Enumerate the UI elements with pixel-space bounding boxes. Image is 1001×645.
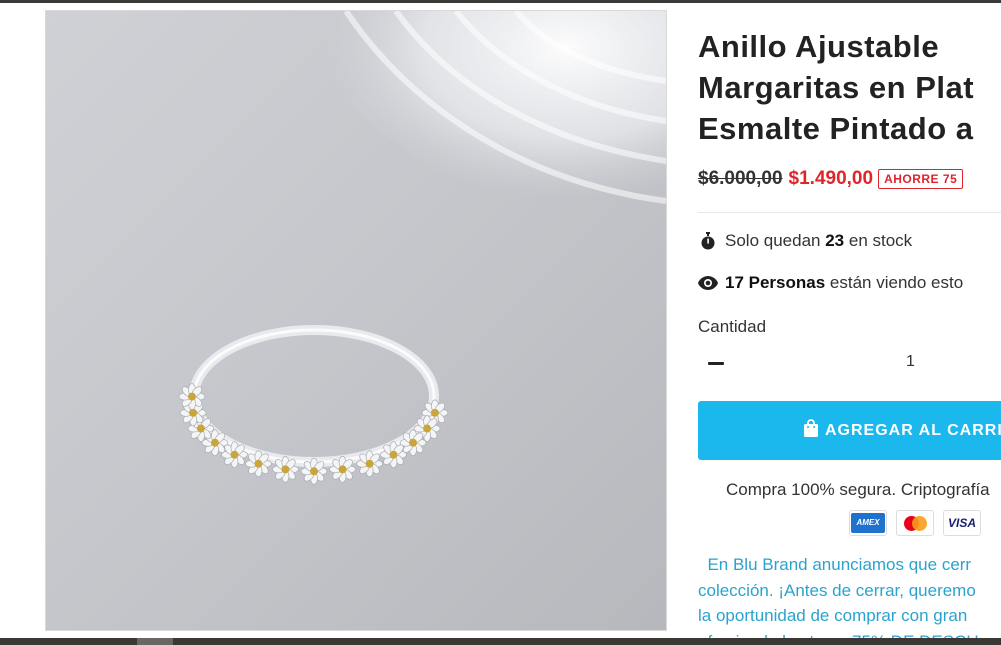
- daisy-charm: [272, 456, 299, 483]
- announcement-line: ofreciendo hasta un 75% DE DESCU: [698, 629, 1001, 639]
- quantity-label: Cantidad: [698, 317, 767, 336]
- daisy-charm: [178, 383, 206, 410]
- shopping-bag-icon: [803, 419, 819, 442]
- daisy-charm: [356, 450, 383, 478]
- daisy-charm: [300, 457, 328, 485]
- payment-methods: AMEX VISA: [849, 510, 990, 536]
- announcement-text: En Blu Brand anunciamos que cerr colecci…: [698, 552, 1001, 638]
- decrease-quantity-button[interactable]: [706, 353, 726, 373]
- stock-suffix: en stock: [848, 231, 913, 250]
- daisy-charm: [380, 441, 407, 469]
- stock-indicator: Solo quedan 23 en stock: [698, 231, 912, 251]
- viewers-suffix: están viendo esto: [829, 273, 964, 292]
- visa-icon: VISA: [943, 510, 981, 536]
- quantity-stepper: 1: [698, 345, 1001, 381]
- add-to-cart-button[interactable]: AGREGAR AL CARRI: [698, 401, 1001, 460]
- minus-icon: [708, 361, 724, 365]
- quantity-input[interactable]: 1: [906, 353, 915, 371]
- announcement-line: En Blu Brand anunciamos que cerr: [698, 555, 972, 574]
- add-to-cart-label: AGREGAR AL CARRI: [825, 421, 1001, 439]
- stock-count: 23: [825, 231, 845, 250]
- product-title-line: Anillo Ajustable: [698, 29, 940, 64]
- announcement-line: colección. ¡Antes de cerrar, queremo: [698, 580, 976, 600]
- mastercard-icon: [896, 510, 934, 536]
- daisy-charm: [245, 450, 272, 478]
- product-title-line: Esmalte Pintado a: [698, 111, 974, 146]
- product-title: Anillo Ajustable Margaritas en Plat Esma…: [698, 26, 1001, 149]
- daisy-charm: [329, 456, 356, 483]
- divider: [698, 212, 1001, 213]
- save-badge: AHORRE 75: [878, 169, 964, 189]
- amex-icon: AMEX: [849, 510, 887, 536]
- secure-checkout-text: Compra 100% segura. Criptografía: [726, 480, 990, 499]
- stock-prefix: Solo quedan: [725, 231, 821, 250]
- eye-icon: [698, 273, 718, 293]
- horizontal-scrollbar[interactable]: [0, 638, 1001, 645]
- scrollbar-thumb[interactable]: [137, 638, 173, 645]
- product-info: Anillo Ajustable Margaritas en Plat Esma…: [698, 0, 1001, 638]
- product-image[interactable]: [45, 10, 667, 631]
- product-title-line: Margaritas en Plat: [698, 70, 975, 105]
- price-row: $6.000,00 $1.490,00 AHORRE 75: [698, 168, 964, 190]
- viewers-count: 17 Personas: [725, 273, 826, 292]
- stopwatch-icon: [698, 231, 718, 251]
- viewers-indicator: 17 Personas están viendo esto: [698, 273, 963, 293]
- sale-price: $1.490,00: [788, 168, 874, 189]
- announcement-line: la oportunidad de comprar con gran: [698, 606, 968, 625]
- compare-at-price: $6.000,00: [698, 168, 783, 189]
